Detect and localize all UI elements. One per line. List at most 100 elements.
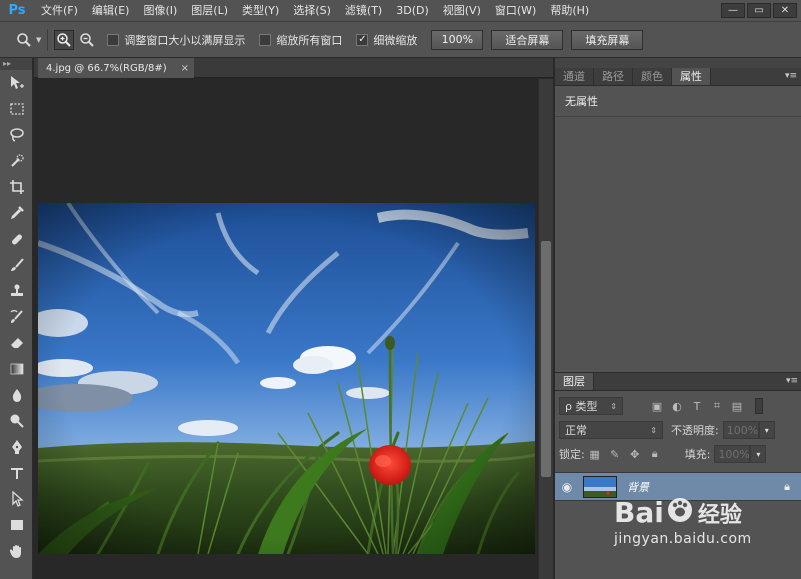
- menu-edit[interactable]: 编辑(E): [85, 0, 137, 21]
- path-selection-tool-icon[interactable]: [0, 486, 33, 512]
- gradient-tool-icon[interactable]: [0, 356, 33, 382]
- chevron-updown-icon: ⇕: [610, 401, 617, 411]
- paw-icon: [667, 497, 693, 529]
- filter-toggle-icon[interactable]: [755, 398, 763, 414]
- fill-label: 填充:: [684, 448, 711, 461]
- menu-window[interactable]: 窗口(W): [488, 0, 543, 21]
- tab-color[interactable]: 颜色: [633, 68, 672, 85]
- opacity-input[interactable]: 100%: [722, 421, 759, 439]
- filter-shape-icon[interactable]: ⌗: [707, 398, 727, 414]
- history-brush-tool-icon[interactable]: [0, 304, 33, 330]
- marquee-tool-icon[interactable]: [0, 96, 33, 122]
- brush-tool-icon[interactable]: [0, 252, 33, 278]
- fill-value: 100%: [718, 447, 750, 461]
- menu-3d[interactable]: 3D(D): [389, 0, 436, 21]
- quick-selection-tool-icon[interactable]: [0, 148, 33, 174]
- properties-panel: 无属性: [555, 86, 801, 378]
- scrollbar-thumb[interactable]: [541, 241, 551, 477]
- crop-tool-icon[interactable]: [0, 174, 33, 200]
- watermark-brand-left: Bai: [614, 496, 664, 529]
- type-tool-icon[interactable]: [0, 460, 33, 486]
- move-tool-icon[interactable]: [0, 70, 33, 96]
- watermark-brand-right: 经验: [697, 502, 742, 528]
- menu-image[interactable]: 图像(I): [136, 0, 184, 21]
- tab-layers[interactable]: 图层: [555, 373, 594, 390]
- zoom-tool-preset-icon[interactable]: [14, 30, 34, 50]
- healing-brush-tool-icon[interactable]: [0, 226, 33, 252]
- checkbox-label: 调整窗口大小以满屏显示: [124, 33, 246, 47]
- blend-mode-value: 正常: [565, 424, 587, 437]
- filter-kind-value: ρ 类型: [565, 400, 598, 413]
- chevron-updown-icon: ⇕: [650, 425, 657, 435]
- menu-bar: Ps 文件(F) 编辑(E) 图像(I) 图层(L) 类型(Y) 选择(S) 滤…: [0, 0, 801, 21]
- baidu-jingyan-watermark: Bai 经验 jingyan.baidu.com: [614, 496, 794, 566]
- minimize-button[interactable]: —: [721, 3, 745, 18]
- scrubby-zoom-checkbox[interactable]: ✓ 细微缩放: [356, 32, 417, 48]
- menu-view[interactable]: 视图(V): [436, 0, 488, 21]
- document-tab-title: 4.jpg @ 66.7%(RGB/8#): [46, 62, 167, 74]
- preset-dropdown-icon[interactable]: ▼: [36, 36, 41, 44]
- menu-file[interactable]: 文件(F): [34, 0, 85, 21]
- eye-visibility-icon[interactable]: ◉: [555, 480, 579, 494]
- dodge-tool-icon[interactable]: [0, 408, 33, 434]
- zoom-in-icon[interactable]: [54, 29, 75, 50]
- fill-dropdown-icon[interactable]: ▾: [750, 445, 767, 463]
- filter-smart-object-icon[interactable]: ▤: [727, 398, 747, 414]
- zoom-100-button[interactable]: 100%: [431, 29, 484, 50]
- opacity-value: 100%: [726, 423, 759, 437]
- toolbox: ▸▸: [0, 58, 33, 579]
- photoshop-logo: Ps: [8, 3, 26, 18]
- close-tab-icon[interactable]: ×: [181, 63, 189, 74]
- canvas-area[interactable]: [34, 79, 538, 579]
- fit-screen-button[interactable]: 适合屏幕: [491, 29, 564, 50]
- blur-tool-icon[interactable]: [0, 382, 33, 408]
- eraser-tool-icon[interactable]: [0, 330, 33, 356]
- filter-type-icon[interactable]: T: [687, 398, 707, 414]
- toolbox-grip[interactable]: ▸▸: [0, 58, 32, 70]
- close-button[interactable]: ✕: [773, 3, 797, 18]
- lasso-tool-icon[interactable]: [0, 122, 33, 148]
- hand-tool-icon[interactable]: [0, 538, 33, 564]
- separator: [47, 28, 49, 51]
- lock-image-pixels-icon[interactable]: ✎: [605, 446, 625, 462]
- document-tab-bar: 4.jpg @ 66.7%(RGB/8#) ×: [34, 58, 553, 78]
- document-tab[interactable]: 4.jpg @ 66.7%(RGB/8#) ×: [38, 58, 194, 78]
- zoom-all-windows-checkbox[interactable]: 缩放所有窗口: [259, 32, 342, 48]
- tab-paths[interactable]: 路径: [594, 68, 633, 85]
- panel-menu-icon[interactable]: ▾≡: [785, 71, 797, 81]
- blend-mode-select[interactable]: 正常 ⇕: [559, 421, 663, 439]
- restore-button[interactable]: ▭: [747, 3, 771, 18]
- opacity-dropdown-icon[interactable]: ▾: [758, 421, 775, 439]
- menu-filter[interactable]: 滤镜(T): [338, 0, 389, 21]
- menu-select[interactable]: 选择(S): [286, 0, 338, 21]
- lock-all-icon[interactable]: 🔒︎: [645, 446, 665, 462]
- checkbox-label: 缩放所有窗口: [276, 33, 343, 47]
- rectangle-tool-icon[interactable]: [0, 512, 33, 538]
- dock-grip[interactable]: [555, 58, 801, 68]
- menu-type[interactable]: 类型(Y): [235, 0, 286, 21]
- eyedropper-tool-icon[interactable]: [0, 200, 33, 226]
- tab-properties[interactable]: 属性: [672, 68, 711, 85]
- layer-filter-kind-select[interactable]: ρ 类型 ⇕: [559, 397, 623, 415]
- document-image[interactable]: [38, 203, 535, 554]
- pen-tool-icon[interactable]: [0, 434, 33, 460]
- properties-panel-tabs: 通道 路径 颜色 属性 ▾≡: [555, 68, 801, 86]
- resize-windows-checkbox[interactable]: 调整窗口大小以满屏显示: [107, 32, 245, 48]
- layer-lock-icon: 🔒︎: [784, 479, 790, 493]
- layers-panel-menu-icon[interactable]: ▾≡: [786, 376, 798, 386]
- vertical-scrollbar[interactable]: [538, 79, 553, 579]
- opacity-label: 不透明度:: [671, 424, 719, 437]
- filter-pixel-icon[interactable]: ▣: [647, 398, 667, 414]
- fill-screen-button[interactable]: 填充屏幕: [571, 29, 644, 50]
- no-properties-label: 无属性: [555, 86, 801, 117]
- filter-adjustment-icon[interactable]: ◐: [667, 398, 687, 414]
- checkbox-box: [107, 33, 120, 46]
- lock-position-icon[interactable]: ✥: [625, 446, 645, 462]
- menu-layer[interactable]: 图层(L): [184, 0, 235, 21]
- tab-channels[interactable]: 通道: [555, 68, 594, 85]
- clone-stamp-tool-icon[interactable]: [0, 278, 33, 304]
- fill-input[interactable]: 100%: [714, 445, 751, 463]
- lock-transparent-pixels-icon[interactable]: ▦: [585, 446, 605, 462]
- zoom-out-icon[interactable]: [77, 30, 97, 50]
- menu-help[interactable]: 帮助(H): [543, 0, 596, 21]
